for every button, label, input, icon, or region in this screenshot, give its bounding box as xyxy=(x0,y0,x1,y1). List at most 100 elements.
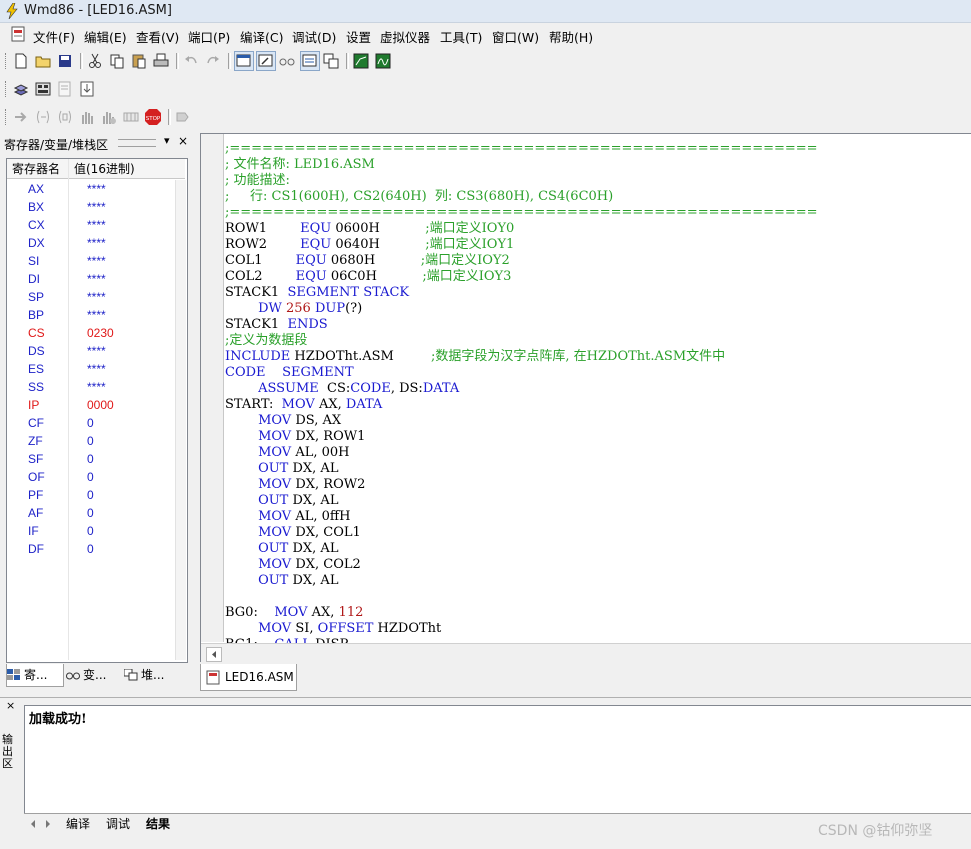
download-icon[interactable] xyxy=(78,80,96,98)
stack-window-icon[interactable] xyxy=(322,52,340,70)
close-icon[interactable]: × xyxy=(6,699,15,712)
register-row[interactable]: AX **** xyxy=(7,180,185,198)
paste-icon[interactable] xyxy=(130,52,148,70)
code-area[interactable]: ;=======================================… xyxy=(225,141,970,644)
tab-result[interactable]: 结果 xyxy=(146,815,170,832)
memory-window-icon[interactable] xyxy=(300,51,320,71)
column-header-register[interactable]: 寄存器名 xyxy=(7,159,69,179)
run-arrow-icon[interactable] xyxy=(12,108,30,126)
menu-tools[interactable]: 工具(T) xyxy=(440,27,482,46)
new-file-icon[interactable] xyxy=(12,52,30,70)
menu-edit[interactable]: 编辑(E) xyxy=(84,27,127,46)
code-token: CODE xyxy=(350,381,391,396)
chart-green-icon[interactable] xyxy=(352,52,370,70)
step-into-icon[interactable] xyxy=(34,108,52,126)
output-window-icon[interactable] xyxy=(256,51,276,71)
redo-icon[interactable] xyxy=(204,52,222,70)
code-token: ROW2 xyxy=(225,237,301,252)
register-row[interactable]: SP **** xyxy=(7,288,185,306)
listing-icon[interactable] xyxy=(56,80,74,98)
register-row[interactable]: DS **** xyxy=(7,342,185,360)
oscilloscope-icon[interactable] xyxy=(374,52,392,70)
menu-window[interactable]: 窗口(W) xyxy=(492,27,539,46)
cut-icon[interactable] xyxy=(86,52,104,70)
code-editor[interactable]: ;=======================================… xyxy=(200,133,971,662)
breakpoint-hand-icon[interactable] xyxy=(100,108,118,126)
register-name: IF xyxy=(28,524,39,538)
open-folder-icon[interactable] xyxy=(34,52,52,70)
register-value: 0 xyxy=(87,434,94,448)
output-text-area[interactable]: 加载成功! xyxy=(24,705,971,814)
register-row[interactable]: DI **** xyxy=(7,270,185,288)
column-header-value[interactable]: 值(16进制) xyxy=(69,159,185,179)
menu-file[interactable]: 文件(F) xyxy=(33,27,75,46)
register-row[interactable]: OF 0 xyxy=(7,468,185,486)
tab-variables[interactable]: 变... xyxy=(66,664,106,686)
toolbar-grip[interactable] xyxy=(5,81,9,97)
register-row[interactable]: AF 0 xyxy=(7,504,185,522)
tab-scroll-left-icon[interactable] xyxy=(27,818,39,830)
menu-help[interactable]: 帮助(H) xyxy=(549,27,593,46)
scroll-left-icon[interactable] xyxy=(206,647,222,662)
menu-port[interactable]: 端口(P) xyxy=(188,27,230,46)
close-icon[interactable]: × xyxy=(178,134,188,148)
tab-compile[interactable]: 编译 xyxy=(66,815,90,832)
register-value: **** xyxy=(87,362,106,376)
horizontal-scrollbar[interactable] xyxy=(201,643,971,662)
register-row[interactable]: BP **** xyxy=(7,306,185,324)
copy-icon[interactable] xyxy=(108,52,126,70)
step-over-icon[interactable] xyxy=(56,108,74,126)
hand-icon[interactable] xyxy=(78,108,96,126)
register-row[interactable]: BX **** xyxy=(7,198,185,216)
register-row[interactable]: SI **** xyxy=(7,252,185,270)
register-row[interactable]: DX **** xyxy=(7,234,185,252)
tab-debug[interactable]: 调试 xyxy=(106,815,130,832)
register-row[interactable]: CX **** xyxy=(7,216,185,234)
register-row[interactable]: PF 0 xyxy=(7,486,185,504)
menu-debug[interactable]: 调试(D) xyxy=(292,27,336,46)
undo-icon[interactable] xyxy=(182,52,200,70)
code-line: OUT DX, AL xyxy=(225,461,338,477)
register-row[interactable]: SS **** xyxy=(7,378,185,396)
register-row[interactable]: CS 0230 xyxy=(7,324,185,342)
reset-icon[interactable] xyxy=(174,108,192,126)
build-icon[interactable] xyxy=(34,80,52,98)
code-token: ;端口定义IOY1 xyxy=(425,237,515,252)
tab-led16-asm[interactable]: LED16.ASM xyxy=(200,664,297,691)
code-token: MOV xyxy=(274,605,308,620)
document-icon[interactable] xyxy=(10,26,26,42)
vertical-scrollbar[interactable] xyxy=(175,180,186,660)
register-row[interactable]: ES **** xyxy=(7,360,185,378)
menu-virtual-instruments[interactable]: 虚拟仪器 xyxy=(380,27,430,46)
menu-compile[interactable]: 编译(C) xyxy=(240,27,283,46)
toolbar-standard xyxy=(0,49,971,73)
register-row[interactable]: IP 0000 xyxy=(7,396,185,414)
register-row[interactable]: IF 0 xyxy=(7,522,185,540)
toolbar-grip[interactable] xyxy=(5,109,9,125)
register-window-icon[interactable] xyxy=(234,51,254,71)
code-token: ENDS xyxy=(287,317,328,332)
menu-settings[interactable]: 设置 xyxy=(346,27,371,46)
print-icon[interactable] xyxy=(152,52,170,70)
menu-view[interactable]: 查看(V) xyxy=(136,27,179,46)
code-line: DW 256 DUP(?) xyxy=(225,301,362,317)
tab-stack[interactable]: 堆... xyxy=(124,664,164,686)
tab-registers[interactable]: 寄... xyxy=(6,664,64,687)
code-line: MOV DX, COL1 xyxy=(225,525,361,541)
tab-scroll-right-icon[interactable] xyxy=(42,818,54,830)
toolbar-grip[interactable] xyxy=(5,53,9,69)
stop-icon[interactable]: STOP xyxy=(144,108,162,126)
save-icon[interactable] xyxy=(56,52,74,70)
watch-glasses-icon[interactable] xyxy=(278,52,296,70)
compile-icon[interactable] xyxy=(12,80,30,98)
pin-icon[interactable]: ▾ xyxy=(164,134,170,147)
panel-grip[interactable] xyxy=(118,139,156,147)
register-row[interactable]: CF 0 xyxy=(7,414,185,432)
memory-chip-icon[interactable] xyxy=(122,108,140,126)
register-row[interactable]: SF 0 xyxy=(7,450,185,468)
register-row[interactable]: ZF 0 xyxy=(7,432,185,450)
register-row[interactable]: DF 0 xyxy=(7,540,185,558)
code-token: 112 xyxy=(338,605,364,620)
